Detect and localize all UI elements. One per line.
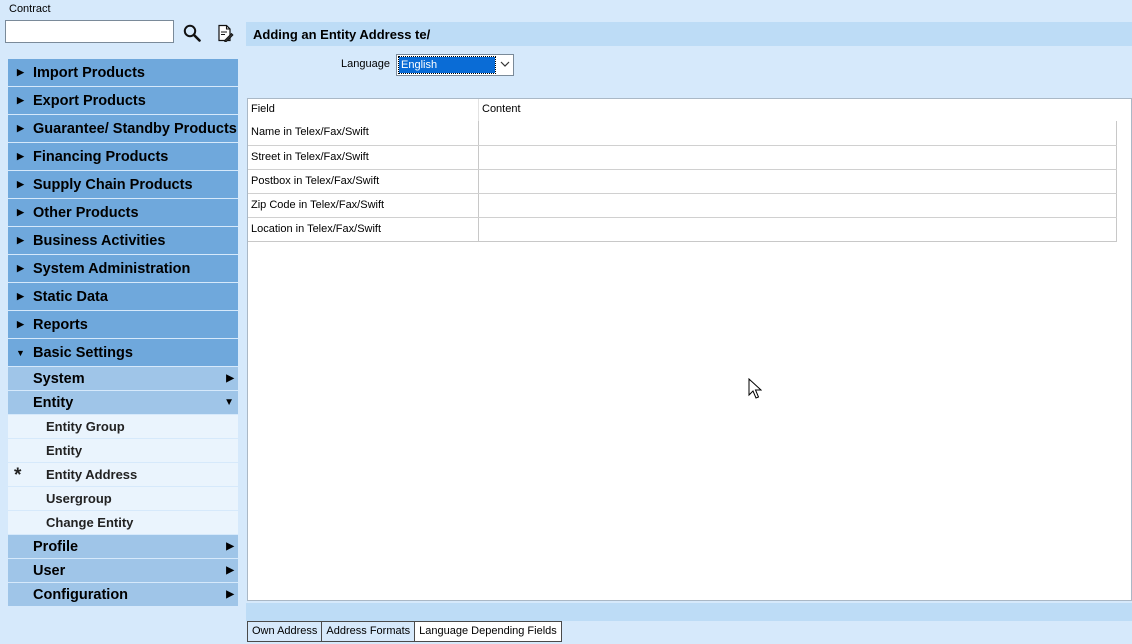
nav-label: Financing Products xyxy=(33,148,169,165)
content-input-cell[interactable] xyxy=(478,146,1117,169)
nav-guarantee-standby-products[interactable]: ▶ Guarantee/ Standby Products xyxy=(8,115,238,143)
nav-leaf-label: Change Entity xyxy=(46,515,134,530)
tab-language-depending-fields[interactable]: Language Depending Fields xyxy=(414,621,562,642)
magnifier-icon xyxy=(183,24,201,42)
nav-label: Business Activities xyxy=(33,232,166,249)
arrow-right-icon: ▶ xyxy=(226,373,234,384)
nav-label: Basic Settings xyxy=(33,344,133,361)
table-row: Zip Code in Telex/Fax/Swift xyxy=(248,193,1117,217)
collapsed-triangle-icon: ▶ xyxy=(17,151,24,161)
search-button[interactable] xyxy=(181,22,203,44)
collapsed-triangle-icon: ▶ xyxy=(17,319,24,329)
nav-other-products[interactable]: ▶ Other Products xyxy=(8,199,238,227)
arrow-right-icon: ▶ xyxy=(226,541,234,552)
language-fields-grid: Field Content Name in Telex/Fax/Swift St… xyxy=(247,98,1132,601)
contract-label: Contract xyxy=(9,3,51,15)
collapsed-triangle-icon: ▶ xyxy=(17,67,24,77)
content-input-cell[interactable] xyxy=(478,218,1117,241)
bottom-tabs: Own Address Address Formats Language Dep… xyxy=(247,621,562,642)
nav-label: Other Products xyxy=(33,204,139,221)
content-input-cell[interactable] xyxy=(478,121,1117,145)
navigation-menu: ▶ Import Products ▶ Export Products ▶ Guara… xyxy=(8,59,238,607)
arrow-right-icon: ▶ xyxy=(226,565,234,576)
content-input-cell[interactable] xyxy=(478,194,1117,217)
nav-leaf-label: Entity Group xyxy=(46,419,125,434)
collapsed-triangle-icon: ▶ xyxy=(17,123,24,133)
grid-body: Name in Telex/Fax/Swift Street in Telex/… xyxy=(248,121,1117,242)
nav-static-data[interactable]: ▶ Static Data xyxy=(8,283,238,311)
field-name-cell: Name in Telex/Fax/Swift xyxy=(251,126,369,138)
table-row: Name in Telex/Fax/Swift xyxy=(248,121,1117,145)
nav-leaf-usergroup[interactable]: Usergroup xyxy=(8,487,238,511)
table-row: Location in Telex/Fax/Swift xyxy=(248,217,1117,241)
nav-supply-chain-products[interactable]: ▶ Supply Chain Products xyxy=(8,171,238,199)
field-name-cell: Postbox in Telex/Fax/Swift xyxy=(251,175,380,187)
status-strip xyxy=(246,603,1132,621)
language-label: Language xyxy=(341,58,390,70)
nav-export-products[interactable]: ▶ Export Products xyxy=(8,87,238,115)
arrow-right-icon: ▶ xyxy=(226,589,234,600)
nav-label: Supply Chain Products xyxy=(33,176,193,193)
nav-label: System Administration xyxy=(33,260,191,277)
tab-own-address[interactable]: Own Address xyxy=(247,621,323,642)
table-row: Street in Telex/Fax/Swift xyxy=(248,145,1117,169)
current-item-star-icon: * xyxy=(14,465,22,486)
nav-label: Import Products xyxy=(33,64,145,81)
form-title-bar: Adding an Entity Address te/ xyxy=(246,22,1132,46)
collapsed-triangle-icon: ▶ xyxy=(17,291,24,301)
field-name-cell: Zip Code in Telex/Fax/Swift xyxy=(251,199,385,211)
collapsed-triangle-icon: ▶ xyxy=(17,263,24,273)
nav-leaf-entity-group[interactable]: Entity Group xyxy=(8,415,238,439)
collapsed-triangle-icon: ▶ xyxy=(17,207,24,217)
tab-address-formats[interactable]: Address Formats xyxy=(321,621,416,642)
nav-reports[interactable]: ▶ Reports xyxy=(8,311,238,339)
chevron-down-icon xyxy=(497,59,513,71)
nav-label: Guarantee/ Standby Products xyxy=(33,120,237,137)
nav-label: Reports xyxy=(33,316,88,333)
nav-financing-products[interactable]: ▶ Financing Products xyxy=(8,143,238,171)
field-name-cell: Location in Telex/Fax/Swift xyxy=(251,223,382,235)
nav-leaf-label: Entity xyxy=(46,443,83,458)
nav-business-activities[interactable]: ▶ Business Activities xyxy=(8,227,238,255)
nav-label: Static Data xyxy=(33,288,108,305)
nav-sub-label: User xyxy=(33,562,66,579)
collapsed-triangle-icon: ▶ xyxy=(17,179,24,189)
document-pen-icon xyxy=(218,24,234,42)
grid-header: Field Content xyxy=(248,99,1118,121)
mouse-pointer-icon xyxy=(748,377,763,403)
nav-sub-label: System xyxy=(33,370,85,387)
nav-leaf-label: Entity Address xyxy=(46,467,138,482)
collapsed-triangle-icon: ▶ xyxy=(17,95,24,105)
nav-leaf-entity[interactable]: Entity xyxy=(8,439,238,463)
collapsed-triangle-icon: ▶ xyxy=(17,235,24,245)
nav-leaf-label: Usergroup xyxy=(46,491,112,506)
nav-sub-configuration[interactable]: Configuration ▶ xyxy=(8,583,238,607)
nav-sub-entity[interactable]: Entity ▼ xyxy=(8,391,238,415)
nav-sub-profile[interactable]: Profile ▶ xyxy=(8,535,238,559)
nav-sub-label: Entity xyxy=(33,394,74,411)
nav-system-administration[interactable]: ▶ System Administration xyxy=(8,255,238,283)
content-input-cell[interactable] xyxy=(478,170,1117,193)
arrow-down-icon: ▼ xyxy=(224,397,234,408)
page-title: Adding an Entity Address te/ xyxy=(253,26,431,42)
nav-sub-user[interactable]: User ▶ xyxy=(8,559,238,583)
field-name-cell: Street in Telex/Fax/Swift xyxy=(251,151,369,163)
language-selected-value: English xyxy=(398,56,496,74)
contract-search-input[interactable] xyxy=(5,20,174,43)
column-header-content: Content xyxy=(478,99,1118,121)
nav-import-products[interactable]: ▶ Import Products xyxy=(8,59,238,87)
nav-basic-settings[interactable]: ▼ Basic Settings xyxy=(8,339,238,367)
nav-sub-label: Configuration xyxy=(33,586,129,603)
nav-leaf-change-entity[interactable]: Change Entity xyxy=(8,511,238,535)
column-header-field: Field xyxy=(251,103,275,115)
table-row: Postbox in Telex/Fax/Swift xyxy=(248,169,1117,193)
nav-label: Export Products xyxy=(33,92,146,109)
language-select[interactable]: English xyxy=(396,54,514,76)
edit-document-button[interactable] xyxy=(214,22,236,44)
nav-sub-label: Profile xyxy=(33,538,79,555)
nav-sub-system[interactable]: System ▶ xyxy=(8,367,238,391)
nav-leaf-entity-address[interactable]: * Entity Address xyxy=(8,463,238,487)
expanded-triangle-icon: ▼ xyxy=(16,347,25,358)
